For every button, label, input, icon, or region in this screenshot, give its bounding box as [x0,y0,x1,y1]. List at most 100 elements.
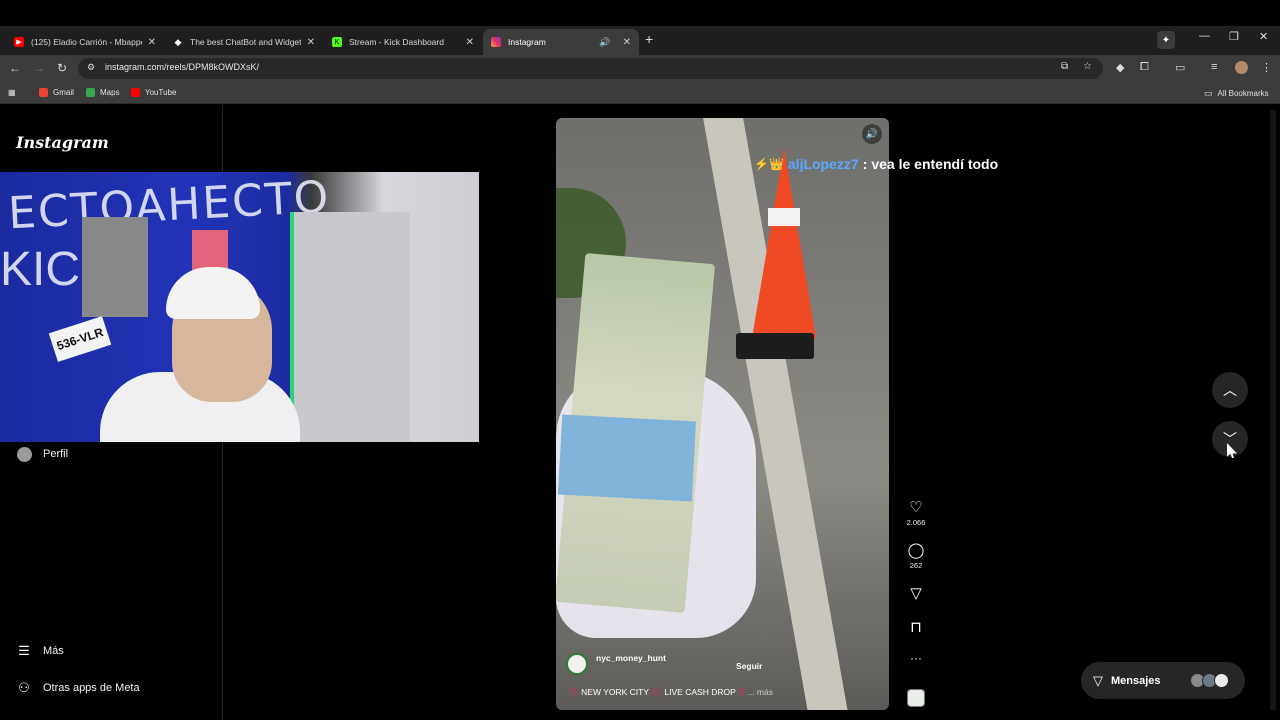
messages-button[interactable]: ▽ Mensajes [1081,662,1245,699]
minimize-icon[interactable]: — [1199,30,1210,42]
reel-caption[interactable]: ⛑ NEW YORK CITY ⛑ LIVE CASH DROP ❢ ... m… [568,687,773,698]
gmail-icon [39,88,48,97]
cone-stripe [768,208,800,226]
sparkle-icon[interactable]: ✦ [1157,31,1175,49]
tab-youtube[interactable]: ▶ (125) Eladio Carrión - Mbappe ✕ [6,29,164,55]
sidebar-item-meta-apps[interactable]: ⚇ Otras apps de Meta [16,680,140,696]
chat-badges-icon: ⚡👑 [754,157,784,171]
previous-reel-button[interactable]: ︿ [1212,372,1248,408]
youtube-icon [131,88,140,97]
chat-separator: : [862,156,868,172]
audio-thumbnail[interactable] [907,689,925,707]
volume-icon[interactable]: 🔊 [862,124,882,144]
reel-video[interactable]: 🔊 nyc_money_hunt Seguir ⛑ NEW YORK CITY … [556,118,889,710]
bookmark-star-icon[interactable]: ☆ [1083,61,1092,72]
bookmark-maps[interactable]: Maps [86,88,120,97]
bookmark-label: Gmail [53,88,74,97]
restore-icon[interactable]: ❐ [1229,30,1239,43]
tab-chatbot[interactable]: ◆ The best ChatBot and Widgets ✕ [165,29,323,55]
close-window-icon[interactable]: ✕ [1259,30,1268,43]
extensions-icon[interactable]: ⧠ [1140,61,1149,74]
sidebar-item-label: Perfil [43,448,69,460]
apps-grid-icon[interactable]: ▦ [8,88,16,97]
extension-diamond-icon[interactable]: ◆ [1116,61,1124,74]
top-strip [0,0,1280,26]
tab-instagram[interactable]: Instagram 🔊 ✕ [483,29,639,55]
speaker-icon[interactable]: 🔊 [599,37,610,48]
chat-username: aljLopezz7 [787,156,859,172]
comment-button[interactable]: ◯ 262 [900,541,932,570]
page-scrollbar[interactable] [1270,110,1276,710]
traffic-cone [752,148,816,338]
pin-icon: ⛑ [651,687,663,697]
tab-title: The best ChatBot and Widgets [190,37,301,47]
all-bookmarks-label: All Bookmarks [1217,89,1269,98]
forward-icon[interactable]: → [33,61,45,75]
kick-icon: K [332,37,342,47]
new-tab-icon[interactable]: + [645,31,653,47]
author-avatar[interactable] [566,653,588,675]
chevron-up-icon: ︿ [1223,382,1237,398]
bookmark-label: YouTube [145,88,177,97]
tab-search-icon[interactable]: ▭ [1175,61,1185,74]
more-options-button[interactable]: ··· [900,651,932,665]
license-plate: 536-VLR [48,316,112,362]
heart-icon: ♡ [909,499,923,516]
youtube-icon: ▶ [14,37,24,47]
install-icon[interactable]: ⧉ [1061,61,1068,72]
more-dots-icon: ··· [910,651,922,665]
bookmark-icon: ⊓ [910,619,922,636]
menu-kebab-icon[interactable]: ⋮ [1261,61,1272,74]
close-tab-icon[interactable]: ✕ [623,37,631,48]
address-bar[interactable]: ⚙ instagram.com/reels/DPM8kOWDXsK/ ⧉ ☆ [78,58,1103,79]
bookmark-gmail[interactable]: Gmail [39,88,74,97]
chat-text: vea le entendí todo [871,156,999,172]
maps-icon [86,88,95,97]
sidebar-item-more[interactable]: ☰ Más [16,643,64,659]
save-button[interactable]: ⊓ [900,618,932,636]
reel-author[interactable]: nyc_money_hunt [566,653,666,675]
like-button[interactable]: ♡ 2.066 [900,498,932,527]
tab-title: Instagram [508,37,546,47]
comment-count: 262 [909,561,923,570]
follow-button[interactable]: Seguir [736,661,762,671]
sidebar-item-label: Otras apps de Meta [43,682,140,694]
bookmark-youtube[interactable]: YouTube [131,88,176,97]
wall-graffiti: ECTOAHECTO [6,172,332,240]
back-icon[interactable]: ← [9,61,21,75]
avatar [1214,673,1229,688]
toy-shelf [290,212,410,442]
sidebar-item-profile[interactable]: Perfil [16,446,68,462]
tab-title: (125) Eladio Carrión - Mbappe [31,37,142,47]
wall-poster [82,217,148,317]
caption-text: LIVE CASH DROP [664,687,736,697]
instagram-logo[interactable]: Instagram [16,133,109,152]
cash-band [557,414,697,502]
close-tab-icon[interactable]: ✕ [148,37,156,48]
reload-icon[interactable]: ↻ [57,61,67,75]
site-info-icon[interactable]: ⚙ [87,62,95,73]
caption-more-link[interactable]: ... más [747,687,773,697]
nav-bar: ← → ↻ ⚙ instagram.com/reels/DPM8kOWDXsK/… [0,55,1280,82]
like-count: 2.066 [906,518,926,527]
url-text[interactable]: instagram.com/reels/DPM8kOWDXsK/ [105,62,259,72]
close-tab-icon[interactable]: ✕ [307,37,315,48]
all-bookmarks[interactable]: ▭ All Bookmarks [1204,88,1269,99]
heart-poster [192,230,228,272]
tab-kick[interactable]: K Stream - Kick Dashboard ✕ [324,29,482,55]
chatbot-icon: ◆ [174,36,182,47]
profile-avatar[interactable] [1235,61,1248,74]
author-username[interactable]: nyc_money_hunt [596,653,666,663]
chat-message: ⚡👑 aljLopezz7 : vea le entendí todo [754,156,998,172]
bookmark-label: Maps [100,88,120,97]
comment-icon: ◯ [907,542,925,559]
tab-title: Stream - Kick Dashboard [349,37,444,47]
caption-text: NEW YORK CITY [581,687,649,697]
location-pin-icon: ❢ [737,687,746,697]
share-button[interactable]: ▽ [900,584,932,602]
media-controls-icon[interactable]: ≡ [1211,61,1217,73]
messages-label: Mensajes [1111,674,1161,687]
profile-icon [16,446,32,462]
cone-base [736,333,814,359]
close-tab-icon[interactable]: ✕ [466,37,474,48]
